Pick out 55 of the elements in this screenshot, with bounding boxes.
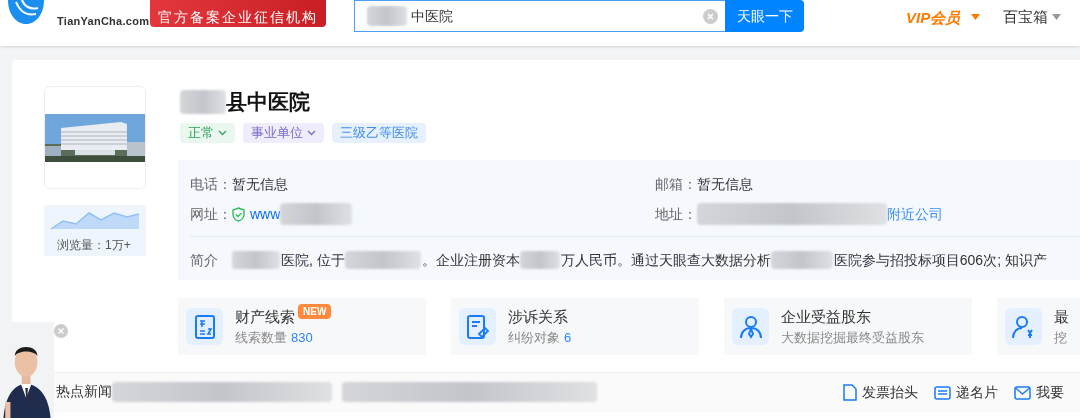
redacted-block <box>519 251 560 269</box>
ledger-icon <box>193 313 216 340</box>
caret-icon <box>971 14 980 20</box>
field-label: 邮箱： <box>655 174 697 194</box>
status-tag[interactable]: 事业单位 <box>243 123 324 143</box>
logo-domain: TianYanCha.com <box>57 14 150 29</box>
company-name: 县中医院 <box>226 89 310 115</box>
card-subtitle: 线索数量 <box>235 329 287 347</box>
intro-text: 。企业注册资本 <box>421 250 520 270</box>
caret-icon <box>1052 14 1061 20</box>
card-count[interactable]: 830 <box>291 328 313 348</box>
status-tag: 三级乙等医院 <box>332 123 426 143</box>
mail-icon <box>1014 385 1031 400</box>
feature-card[interactable]: 企业受益股东 大数据挖掘最终受益股东 <box>724 298 972 355</box>
close-icon[interactable] <box>54 324 68 338</box>
card-subtitle: 大数据挖掘最终受益股东 <box>781 329 924 347</box>
card-subtitle: 纠纷对象 <box>508 329 560 347</box>
shield-check-icon <box>232 206 245 222</box>
field-label: 网址： <box>190 204 232 224</box>
intro-text: 医院, 位于 <box>281 250 345 270</box>
field-value: 暂无信息 <box>232 174 288 194</box>
toolbox-menu[interactable]: 百宝箱 <box>1003 6 1048 29</box>
card-count[interactable]: 6 <box>564 328 572 348</box>
intro-text: 万人民币。通过天眼查大数据分析 <box>560 250 771 270</box>
card-title: 涉诉关系 <box>508 306 568 327</box>
card-title: 最 <box>1054 306 1069 327</box>
action-link[interactable]: 发票抬头 <box>843 382 918 403</box>
action-link[interactable]: 递名片 <box>934 382 998 403</box>
card-title: 财产线索 <box>235 306 295 327</box>
file-icon <box>843 384 857 401</box>
search-button[interactable]: 天眼一下 <box>725 0 804 32</box>
field-label: 地址： <box>655 204 697 224</box>
action-link[interactable]: 我要 <box>1014 382 1064 403</box>
card-subtitle: 挖 <box>1054 329 1067 347</box>
feature-card[interactable]: 最 挖 <box>997 298 1080 355</box>
card-title: 企业受益股东 <box>781 306 871 327</box>
intro-text: 医院参与招投标项目606次; 知识产 <box>833 250 1047 270</box>
news-label: 热点新闻 <box>56 382 112 401</box>
clear-icon[interactable] <box>703 9 718 24</box>
redacted-block <box>232 251 280 269</box>
redacted-block <box>367 6 407 26</box>
search-field[interactable]: 中医院 <box>354 0 726 32</box>
field-value: 暂无信息 <box>697 174 753 194</box>
feature-card[interactable]: 财产线索 NEW 线索数量 830 <box>178 298 426 355</box>
view-count: 浏览量：1万+ <box>57 237 131 254</box>
redacted-block <box>180 89 226 114</box>
card-icon <box>934 385 951 400</box>
new-badge: NEW <box>298 304 332 320</box>
redacted-block <box>770 251 833 269</box>
field-label: 电话： <box>190 174 232 194</box>
feature-card[interactable]: 涉诉关系 纠纷对象 6 <box>451 298 699 355</box>
document-icon <box>465 313 490 340</box>
certification-banner: 官方备案企业征信机构 <box>150 0 326 27</box>
intro-label: 简介 <box>190 250 218 270</box>
website-link[interactable]: www <box>250 203 281 225</box>
